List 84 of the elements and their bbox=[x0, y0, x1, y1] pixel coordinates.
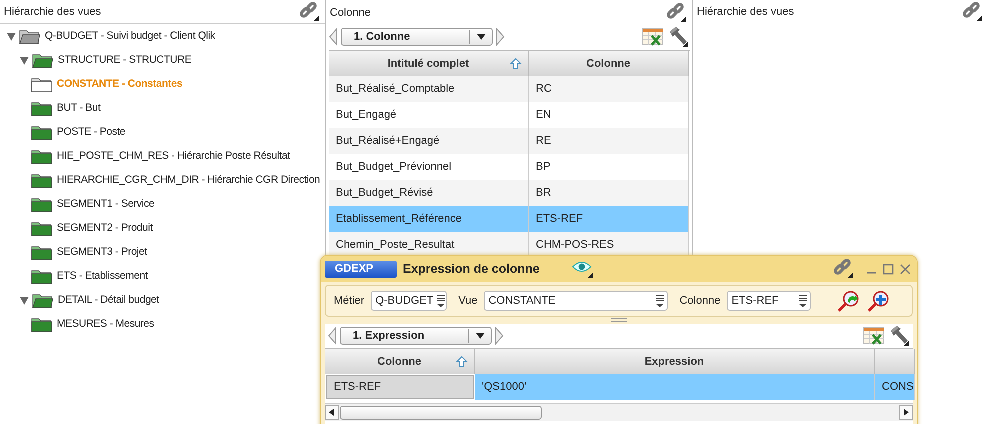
tree-item[interactable]: SEGMENT3 - Projet bbox=[57, 246, 148, 258]
tree-item[interactable]: HIE_POSTE_CHM_RES - Hiérarchie Poste Résultat bbox=[57, 150, 290, 162]
tree-item[interactable]: Q-BUDGET - Suivi budget - Client Qlik bbox=[45, 30, 216, 42]
next-arrow-icon[interactable] bbox=[496, 28, 505, 46]
folder-icon bbox=[19, 28, 41, 44]
column-header[interactable]: Colonne bbox=[529, 51, 689, 76]
table-cell: RE bbox=[529, 128, 689, 154]
app-badge: GDEXP bbox=[325, 260, 397, 278]
spreadsheet-export-icon[interactable] bbox=[642, 27, 664, 47]
folder-icon bbox=[31, 148, 53, 164]
list-icon[interactable] bbox=[436, 294, 446, 308]
table-cell: But_Réalisé+Engagé bbox=[329, 128, 529, 154]
tree-item[interactable]: BUT - But bbox=[57, 102, 101, 114]
view-dropdown[interactable]: 1. Expression bbox=[340, 327, 492, 345]
caret-icon bbox=[476, 34, 486, 40]
scroll-left-icon[interactable] bbox=[329, 409, 335, 416]
scroll-right-icon[interactable] bbox=[903, 409, 909, 416]
tree-item[interactable]: ETS - Etablissement bbox=[57, 270, 148, 282]
previous-arrow-icon[interactable] bbox=[329, 28, 338, 46]
folder-icon bbox=[32, 52, 54, 68]
list-icon[interactable] bbox=[654, 294, 665, 308]
view-dropdown[interactable]: 1. Colonne bbox=[341, 28, 493, 46]
field-label: Vue bbox=[458, 295, 478, 307]
dropdown-field[interactable]: ETS-REF bbox=[726, 291, 811, 311]
folder-icon bbox=[31, 268, 53, 284]
magnifier-arrow-icon[interactable] bbox=[836, 290, 861, 312]
table-cell: ETS-REF bbox=[326, 375, 474, 399]
hammer-icon[interactable] bbox=[667, 26, 689, 48]
folder-icon bbox=[32, 292, 54, 308]
pane-title: Hiérarchie des vues bbox=[697, 6, 794, 18]
folder-icon bbox=[31, 220, 53, 236]
hammer-icon[interactable] bbox=[888, 325, 910, 347]
tree-item[interactable]: DETAIL - Détail budget bbox=[58, 294, 160, 306]
column-header[interactable]: Intitulé complet bbox=[329, 51, 529, 76]
table-cell: But_Réalisé_Comptable bbox=[329, 76, 529, 102]
dropdown-field[interactable]: Q-BUDGET bbox=[370, 291, 447, 311]
table-cell: BR bbox=[529, 180, 689, 206]
sort-ascending-icon[interactable] bbox=[456, 356, 468, 368]
tree-item[interactable]: SEGMENT1 - Service bbox=[57, 198, 155, 210]
table-cell: Etablissement_Référence bbox=[329, 206, 529, 232]
folder-icon bbox=[31, 124, 53, 140]
link-icon[interactable] bbox=[832, 259, 854, 279]
link-icon[interactable] bbox=[298, 2, 320, 22]
spreadsheet-export-icon[interactable] bbox=[863, 326, 885, 346]
eye-icon[interactable] bbox=[572, 259, 594, 279]
maximize-icon[interactable] bbox=[883, 264, 894, 274]
folder-icon bbox=[31, 316, 53, 332]
tree-item[interactable]: MESURES - Mesures bbox=[57, 318, 154, 330]
expand-toggle-icon[interactable] bbox=[18, 294, 30, 306]
dropdown-field[interactable]: CONSTANTE bbox=[484, 291, 668, 311]
column-header[interactable]: Expression bbox=[475, 349, 875, 374]
pane-title: Hiérarchie des vues bbox=[4, 6, 102, 18]
dialog-title: Expression de colonne bbox=[403, 262, 540, 276]
table-cell: But_Budget_Révisé bbox=[329, 180, 529, 206]
expand-toggle-icon[interactable] bbox=[6, 30, 16, 42]
magnifier-plus-icon[interactable] bbox=[866, 290, 891, 312]
link-icon[interactable] bbox=[665, 3, 687, 23]
folder-icon bbox=[31, 244, 53, 260]
table-cell: RC bbox=[529, 76, 689, 102]
folder-icon bbox=[31, 76, 53, 92]
field-label: Colonne bbox=[680, 295, 721, 307]
close-icon[interactable] bbox=[900, 264, 911, 274]
folder-icon bbox=[31, 172, 53, 188]
table-cell: CONS bbox=[875, 374, 915, 400]
expand-toggle-icon[interactable] bbox=[18, 54, 30, 66]
splitter-handle[interactable] bbox=[611, 318, 627, 323]
folder-icon bbox=[31, 196, 53, 212]
sort-ascending-icon[interactable] bbox=[510, 58, 522, 70]
next-arrow-icon[interactable] bbox=[495, 327, 504, 345]
caret-icon bbox=[476, 333, 484, 339]
list-icon[interactable] bbox=[798, 294, 808, 308]
previous-arrow-icon[interactable] bbox=[328, 327, 337, 345]
tree-item[interactable]: SEGMENT2 - Produit bbox=[57, 222, 153, 234]
field-label: Métier bbox=[334, 295, 365, 307]
table-cell: ETS-REF bbox=[529, 206, 689, 232]
link-icon[interactable] bbox=[961, 2, 983, 22]
pane-title: Colonne bbox=[330, 7, 371, 19]
tree-item[interactable]: HIERARCHIE_CGR_CHM_DIR - Hiérarchie CGR Direction bbox=[57, 174, 320, 186]
column-header[interactable]: Colonne bbox=[325, 349, 475, 374]
horizontal-scrollbar[interactable] bbox=[325, 403, 913, 421]
tree-item[interactable]: POSTE - Poste bbox=[57, 126, 126, 138]
folder-icon bbox=[31, 100, 53, 116]
tree-item[interactable]: STRUCTURE - STRUCTURE bbox=[58, 54, 192, 66]
table-cell: 'QS1000' bbox=[475, 374, 875, 400]
